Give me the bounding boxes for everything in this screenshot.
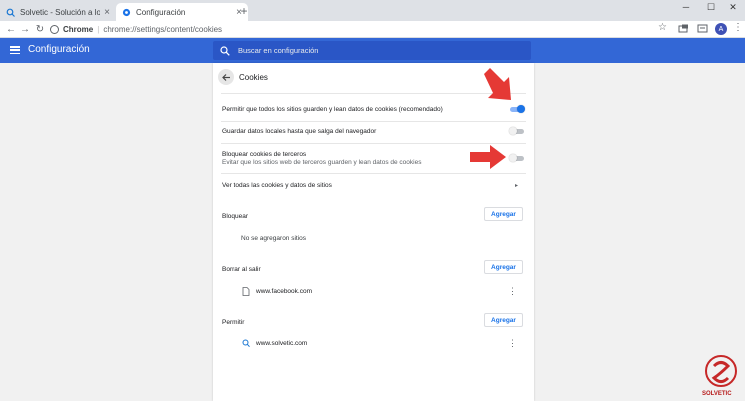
back-arrow-button[interactable] (218, 69, 234, 85)
browser-menu-icon[interactable]: ⋮ (733, 22, 743, 33)
tab-configuracion[interactable]: Configuración × (116, 3, 248, 21)
block-third-party-toggle[interactable] (509, 153, 525, 163)
annotation-arrow-icon (484, 68, 511, 100)
solvetic-favicon-icon (6, 8, 15, 17)
bookmark-star-icon[interactable]: ☆ (658, 22, 667, 33)
new-tab-button[interactable]: + (236, 3, 252, 19)
more-vert-icon[interactable]: ⋮ (508, 339, 517, 348)
back-arrow-icon (221, 73, 230, 81)
chevron-right-icon: ▸ (515, 183, 519, 189)
allow-cookies-label: Permitir que todos los sitios guarden y … (222, 106, 443, 113)
tab-solvetic[interactable]: Solvetic - Solución a los problem × (0, 3, 116, 21)
omnibox-separator: | (97, 25, 100, 34)
address-bar[interactable]: Chrome | chrome://settings/content/cooki… (50, 22, 650, 37)
file-icon (242, 287, 250, 296)
tab-title: Solvetic - Solución a los problem (20, 7, 101, 17)
omnibox-url: chrome://settings/content/cookies (103, 25, 223, 34)
back-button[interactable]: ← (4, 22, 18, 36)
page-title: Cookies (239, 73, 268, 82)
divider (221, 121, 526, 122)
settings-title: Configuración (28, 44, 90, 55)
site-info-icon[interactable] (50, 25, 59, 34)
more-vert-icon[interactable]: ⋮ (508, 287, 517, 296)
maximize-button[interactable]: ☐ (700, 0, 722, 14)
divider (221, 173, 526, 174)
site-name: www.solvetic.com (256, 340, 308, 347)
magnifier-icon (242, 339, 250, 348)
browser-toolbar: ← → ↻ Chrome | chrome://settings/content… (0, 21, 745, 38)
keep-local-data-toggle[interactable] (509, 126, 525, 136)
profile-avatar[interactable]: A (715, 23, 727, 35)
site-name: www.facebook.com (256, 288, 312, 295)
cast-icon[interactable] (697, 24, 708, 34)
hamburger-icon[interactable] (10, 46, 20, 55)
settings-header: Configuración (0, 38, 745, 63)
see-all-cookies-link[interactable]: Ver todas las cookies y datos de sitios (222, 182, 332, 189)
annotation-arrow-icon (470, 145, 506, 169)
add-allow-button[interactable]: Agregar (484, 313, 523, 327)
minimize-button[interactable]: ─ (675, 0, 697, 14)
tab-strip: Solvetic - Solución a los problem × Conf… (0, 0, 745, 21)
omnibox-protocol: Chrome (63, 25, 94, 34)
tab-close-icon[interactable]: × (104, 7, 110, 18)
block-third-party-sublabel: Evitar que los sitios web de terceros gu… (222, 159, 422, 166)
close-window-button[interactable]: ✕ (722, 0, 744, 14)
clear-on-exit-section-label: Borrar al salir (222, 266, 261, 273)
search-input[interactable] (238, 46, 518, 55)
allow-section-label: Permitir (222, 319, 245, 326)
cookies-settings-card: Cookies Permitir que todos los sitios gu… (213, 63, 534, 401)
add-block-button[interactable]: Agregar (484, 207, 523, 221)
settings-gear-icon (122, 8, 131, 17)
extension-icon[interactable] (678, 24, 689, 34)
block-empty-text: No se agregaron sitios (241, 235, 307, 242)
search-icon (220, 45, 230, 56)
keep-local-data-label: Guardar datos locales hasta que salga de… (222, 128, 377, 135)
block-third-party-label: Bloquear cookies de terceros (222, 151, 307, 158)
add-clear-on-exit-button[interactable]: Agregar (484, 260, 523, 274)
forward-button[interactable]: → (18, 22, 32, 36)
settings-search[interactable] (213, 41, 531, 60)
tab-title: Configuración (136, 7, 186, 17)
watermark-text: SOLVETIC (702, 391, 732, 397)
reload-button[interactable]: ↻ (33, 22, 47, 36)
block-section-label: Bloquear (222, 213, 249, 220)
